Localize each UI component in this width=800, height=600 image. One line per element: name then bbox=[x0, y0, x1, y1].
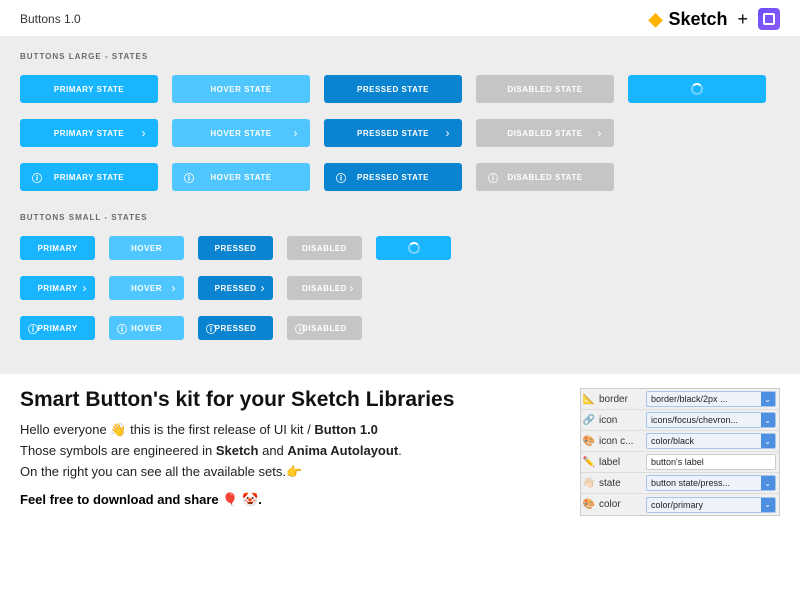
brand: ◆ Sketch + bbox=[649, 8, 780, 30]
btn-large-pressed-info[interactable]: PRESSED STATE bbox=[324, 163, 462, 191]
btn-large-hover-info[interactable]: HOVER STATE bbox=[172, 163, 310, 191]
btn-large-primary-info[interactable]: PRIMARY STATE bbox=[20, 163, 158, 191]
spinner-icon bbox=[408, 242, 420, 254]
chevron-down-icon: ⌄ bbox=[764, 395, 771, 404]
btn-large-hover[interactable]: HOVER STATE bbox=[172, 75, 310, 103]
large-row-chevron: PRIMARY STATE HOVER STATE PRESSED STATE … bbox=[20, 119, 780, 147]
chevron-down-icon: ⌄ bbox=[764, 500, 771, 509]
large-row-plain: PRIMARY STATE HOVER STATE PRESSED STATE … bbox=[20, 75, 780, 103]
override-label: icon bbox=[597, 415, 643, 426]
btn-large-primary[interactable]: PRIMARY STATE bbox=[20, 75, 158, 103]
override-icon: 👋🏻 bbox=[581, 478, 597, 489]
override-icon: ✏️ bbox=[581, 457, 597, 468]
balloon-icon: 🎈 bbox=[222, 492, 238, 507]
override-row: 🎨icon c...color/black⌄ bbox=[581, 431, 779, 452]
spinner-icon bbox=[691, 83, 703, 95]
point-icon: 👉 bbox=[286, 464, 302, 479]
anima-icon bbox=[758, 8, 780, 30]
override-icon: 🎨 bbox=[581, 499, 597, 510]
override-select[interactable]: color/black⌄ bbox=[646, 433, 776, 449]
btn-small-pressed-chevron[interactable]: PRESSED bbox=[198, 276, 273, 300]
small-row-chevron: PRIMARY HOVER PRESSED DISABLED bbox=[20, 276, 780, 300]
btn-large-pressed-chevron[interactable]: PRESSED STATE bbox=[324, 119, 462, 147]
override-select[interactable]: border/black/2px ...⌄ bbox=[646, 391, 776, 407]
override-label: label bbox=[597, 457, 643, 468]
btn-large-primary-chevron[interactable]: PRIMARY STATE bbox=[20, 119, 158, 147]
btn-large-hover-chevron[interactable]: HOVER STATE bbox=[172, 119, 310, 147]
clown-icon: 🤡 bbox=[242, 492, 258, 507]
override-row: 📐borderborder/black/2px ...⌄ bbox=[581, 389, 779, 410]
override-label: state bbox=[597, 478, 643, 489]
btn-small-loading[interactable] bbox=[376, 236, 451, 260]
override-label: color bbox=[597, 499, 643, 510]
override-select[interactable]: color/primary⌄ bbox=[646, 497, 776, 513]
override-icon: 🎨 bbox=[581, 436, 597, 447]
brand-plus: + bbox=[737, 9, 748, 30]
btn-large-disabled: DISABLED STATE bbox=[476, 75, 614, 103]
override-icon: 🔗 bbox=[581, 415, 597, 426]
btn-small-disabled-chevron: DISABLED bbox=[287, 276, 362, 300]
btn-small-hover[interactable]: HOVER bbox=[109, 236, 184, 260]
btn-small-disabled-info: DISABLED bbox=[287, 316, 362, 340]
sketch-icon: ◆ bbox=[649, 9, 663, 30]
btn-small-pressed-info[interactable]: PRESSED bbox=[198, 316, 273, 340]
chevron-down-icon: ⌄ bbox=[764, 416, 771, 425]
override-input[interactable]: button's label bbox=[646, 454, 776, 470]
override-select[interactable]: button state/press...⌄ bbox=[646, 475, 776, 491]
desc-body: Hello everyone 👋 this is the first relea… bbox=[20, 420, 566, 482]
override-row: 🔗iconicons/focus/chevron...⌄ bbox=[581, 410, 779, 431]
small-row-info: PRIMARY HOVER PRESSED DISABLED bbox=[20, 316, 780, 340]
overrides-panel: 📐borderborder/black/2px ...⌄🔗iconicons/f… bbox=[580, 388, 780, 516]
desc-title: Smart Button's kit for your Sketch Libra… bbox=[20, 388, 566, 412]
btn-small-primary[interactable]: PRIMARY bbox=[20, 236, 95, 260]
btn-large-pressed[interactable]: PRESSED STATE bbox=[324, 75, 462, 103]
large-row-info: PRIMARY STATE HOVER STATE PRESSED STATE … bbox=[20, 163, 780, 191]
description-text: Smart Button's kit for your Sketch Libra… bbox=[20, 388, 566, 516]
btn-large-loading[interactable] bbox=[628, 75, 766, 103]
override-icon: 📐 bbox=[581, 394, 597, 405]
override-label: border bbox=[597, 394, 643, 405]
chevron-down-icon: ⌄ bbox=[764, 437, 771, 446]
btn-small-primary-chevron[interactable]: PRIMARY bbox=[20, 276, 95, 300]
brand-sketch-label: Sketch bbox=[668, 9, 727, 30]
desc-feel-free: Feel free to download and share 🎈 🤡. bbox=[20, 492, 566, 508]
section-large-title: BUTTONS LARGE - STATES bbox=[20, 52, 780, 61]
chevron-down-icon: ⌄ bbox=[764, 479, 771, 488]
btn-small-primary-info[interactable]: PRIMARY bbox=[20, 316, 95, 340]
override-row: 👋🏻statebutton state/press...⌄ bbox=[581, 473, 779, 494]
description: Smart Button's kit for your Sketch Libra… bbox=[0, 374, 800, 530]
btn-large-disabled-chevron: DISABLED STATE bbox=[476, 119, 614, 147]
override-select[interactable]: icons/focus/chevron...⌄ bbox=[646, 412, 776, 428]
canvas: BUTTONS LARGE - STATES PRIMARY STATE HOV… bbox=[0, 36, 800, 374]
override-row: ✏️labelbutton's label bbox=[581, 452, 779, 473]
btn-large-disabled-info: DISABLED STATE bbox=[476, 163, 614, 191]
small-row-plain: PRIMARY HOVER PRESSED DISABLED bbox=[20, 236, 780, 260]
page-title: Buttons 1.0 bbox=[20, 12, 81, 26]
section-small-title: BUTTONS SMALL - STATES bbox=[20, 213, 780, 222]
wave-icon: 👋 bbox=[110, 422, 126, 437]
override-row: 🎨colorcolor/primary⌄ bbox=[581, 494, 779, 515]
btn-small-hover-info[interactable]: HOVER bbox=[109, 316, 184, 340]
override-label: icon c... bbox=[597, 436, 643, 447]
header: Buttons 1.0 ◆ Sketch + bbox=[0, 0, 800, 36]
btn-small-hover-chevron[interactable]: HOVER bbox=[109, 276, 184, 300]
btn-small-pressed[interactable]: PRESSED bbox=[198, 236, 273, 260]
btn-small-disabled: DISABLED bbox=[287, 236, 362, 260]
